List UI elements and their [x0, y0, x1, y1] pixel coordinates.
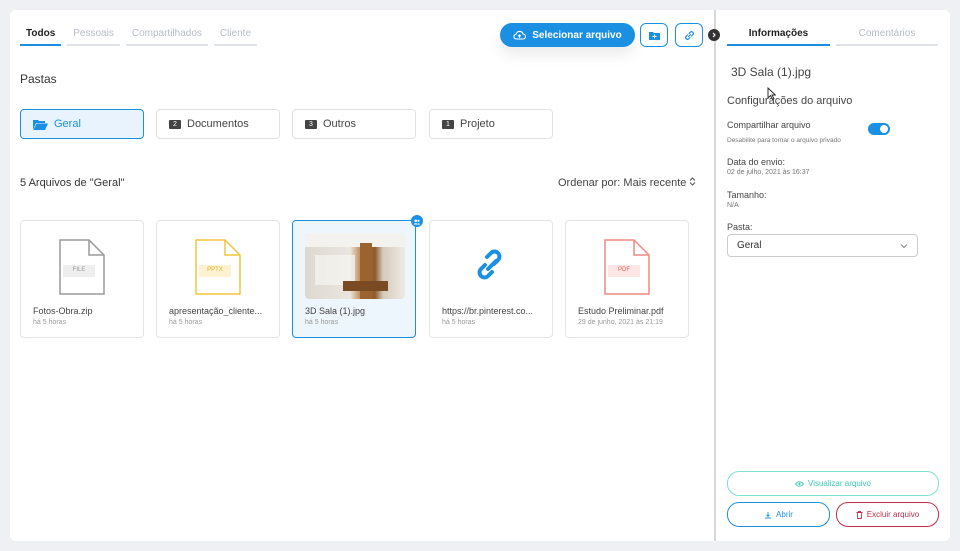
- delete-file-button[interactable]: Excluir arquivo: [836, 502, 939, 527]
- details-tabs: Informações Comentários: [727, 28, 938, 46]
- file-time: há 5 horas: [305, 319, 339, 326]
- image-thumbnail: [305, 233, 405, 299]
- cloud-upload-icon: [513, 30, 527, 40]
- pptx-file-icon: PPTX: [195, 239, 241, 295]
- folder-documentos[interactable]: 2 Documentos: [156, 109, 280, 139]
- size-value: N/A: [727, 202, 739, 209]
- file-name: https://br.pinterest.co...: [442, 306, 534, 316]
- file-card-pinterest-link[interactable]: https://br.pinterest.co... há 5 horas: [429, 220, 553, 338]
- chevron-down-icon: [900, 244, 908, 249]
- sort-dropdown[interactable]: Ordenar por: Mais recente: [558, 177, 696, 189]
- file-time: há 5 horas: [169, 319, 203, 326]
- file-time: há 5 horas: [442, 319, 476, 326]
- file-name: apresentação_cliente...: [169, 306, 263, 316]
- open-file-label: Abrir: [776, 510, 793, 519]
- link-icon: [684, 30, 694, 40]
- settings-heading: Configurações do arquivo: [727, 95, 853, 107]
- tab-comentarios[interactable]: Comentários: [836, 28, 938, 46]
- open-icon: [765, 511, 772, 518]
- file-card-fotos-obra[interactable]: FILE Fotos-Obra.zip há 5 horas: [20, 220, 144, 338]
- sent-date-value: 02 de julho, 2021 às 16:37: [727, 169, 810, 176]
- tab-todos[interactable]: Todos: [20, 28, 62, 46]
- file-time: 29 de junho, 2021 às 21:19: [578, 319, 663, 326]
- add-link-button[interactable]: [675, 23, 703, 47]
- folder-projeto[interactable]: 1 Projeto: [429, 109, 553, 139]
- folder-geral[interactable]: Geral: [20, 109, 144, 139]
- trash-icon: [856, 510, 863, 519]
- sort-icon: [690, 177, 696, 186]
- tab-compartilhados[interactable]: Compartilhados: [125, 28, 208, 46]
- file-ext: PPTX: [207, 267, 223, 273]
- sort-label: Ordenar por: Mais recente: [558, 177, 687, 189]
- folder-count-icon: 2: [169, 119, 181, 129]
- file-icon: FILE: [59, 239, 105, 295]
- file-card-estudo-preliminar[interactable]: PDF Estudo Preliminar.pdf 29 de junho, 2…: [565, 220, 689, 338]
- share-label: Compartilhar arquivo: [727, 120, 811, 130]
- new-folder-button[interactable]: [640, 23, 668, 47]
- view-file-button[interactable]: Visualizar arquivo: [727, 471, 939, 496]
- folders-heading: Pastas: [20, 72, 57, 86]
- folder-select[interactable]: Geral: [727, 234, 918, 257]
- folder-count-icon: 3: [305, 119, 317, 129]
- folder-count-icon: 1: [442, 119, 454, 129]
- collapse-panel-button[interactable]: [708, 29, 720, 41]
- view-file-label: Visualizar arquivo: [808, 479, 871, 488]
- file-name: Estudo Preliminar.pdf: [578, 306, 664, 316]
- share-hint: Desabilite para tornar o arquivo privado: [727, 137, 841, 144]
- files-heading: 5 Arquivos de "Geral": [20, 177, 125, 189]
- select-file-label: Selecionar arquivo: [532, 29, 622, 41]
- folder-outros[interactable]: 3 Outros: [292, 109, 416, 139]
- tab-informacoes[interactable]: Informações: [727, 28, 830, 46]
- folder-select-label: Pasta:: [727, 222, 753, 232]
- size-label: Tamanho:: [727, 190, 767, 200]
- folder-add-icon: [648, 31, 660, 40]
- file-ext: PDF: [618, 267, 630, 273]
- panel-divider: [714, 10, 716, 541]
- file-name: Fotos-Obra.zip: [33, 306, 93, 316]
- eye-icon: [795, 480, 804, 487]
- shared-badge-icon: [411, 215, 423, 227]
- tab-cliente[interactable]: Cliente: [213, 28, 258, 46]
- pdf-file-icon: PDF: [604, 239, 650, 295]
- folder-label: Projeto: [460, 118, 495, 130]
- chevron-right-icon: [712, 32, 716, 38]
- select-file-button[interactable]: Selecionar arquivo: [500, 23, 635, 47]
- folder-label: Documentos: [187, 118, 249, 130]
- folder-label: Outros: [323, 118, 357, 130]
- file-card-apresentacao[interactable]: PPTX apresentação_cliente... há 5 horas: [156, 220, 280, 338]
- link-icon: [468, 239, 514, 295]
- file-card-3d-sala[interactable]: 3D Sala (1).jpg há 5 horas: [292, 215, 423, 338]
- delete-file-label: Excluir arquivo: [866, 510, 920, 519]
- open-file-button[interactable]: Abrir: [727, 502, 830, 527]
- tab-pessoais[interactable]: Pessoais: [67, 28, 120, 46]
- file-detail-title: 3D Sala (1).jpg: [731, 65, 812, 79]
- file-time: há 5 horas: [33, 319, 67, 326]
- file-ext: FILE: [72, 267, 86, 273]
- file-tabs: Todos Pessoais Compartilhados Cliente: [20, 28, 258, 46]
- file-name: 3D Sala (1).jpg: [305, 306, 366, 316]
- sent-date-label: Data do envio:: [727, 157, 786, 167]
- share-toggle[interactable]: [868, 123, 890, 135]
- folder-label: Geral: [54, 118, 81, 130]
- folder-open-icon: [33, 119, 48, 130]
- folder-select-value: Geral: [737, 240, 762, 251]
